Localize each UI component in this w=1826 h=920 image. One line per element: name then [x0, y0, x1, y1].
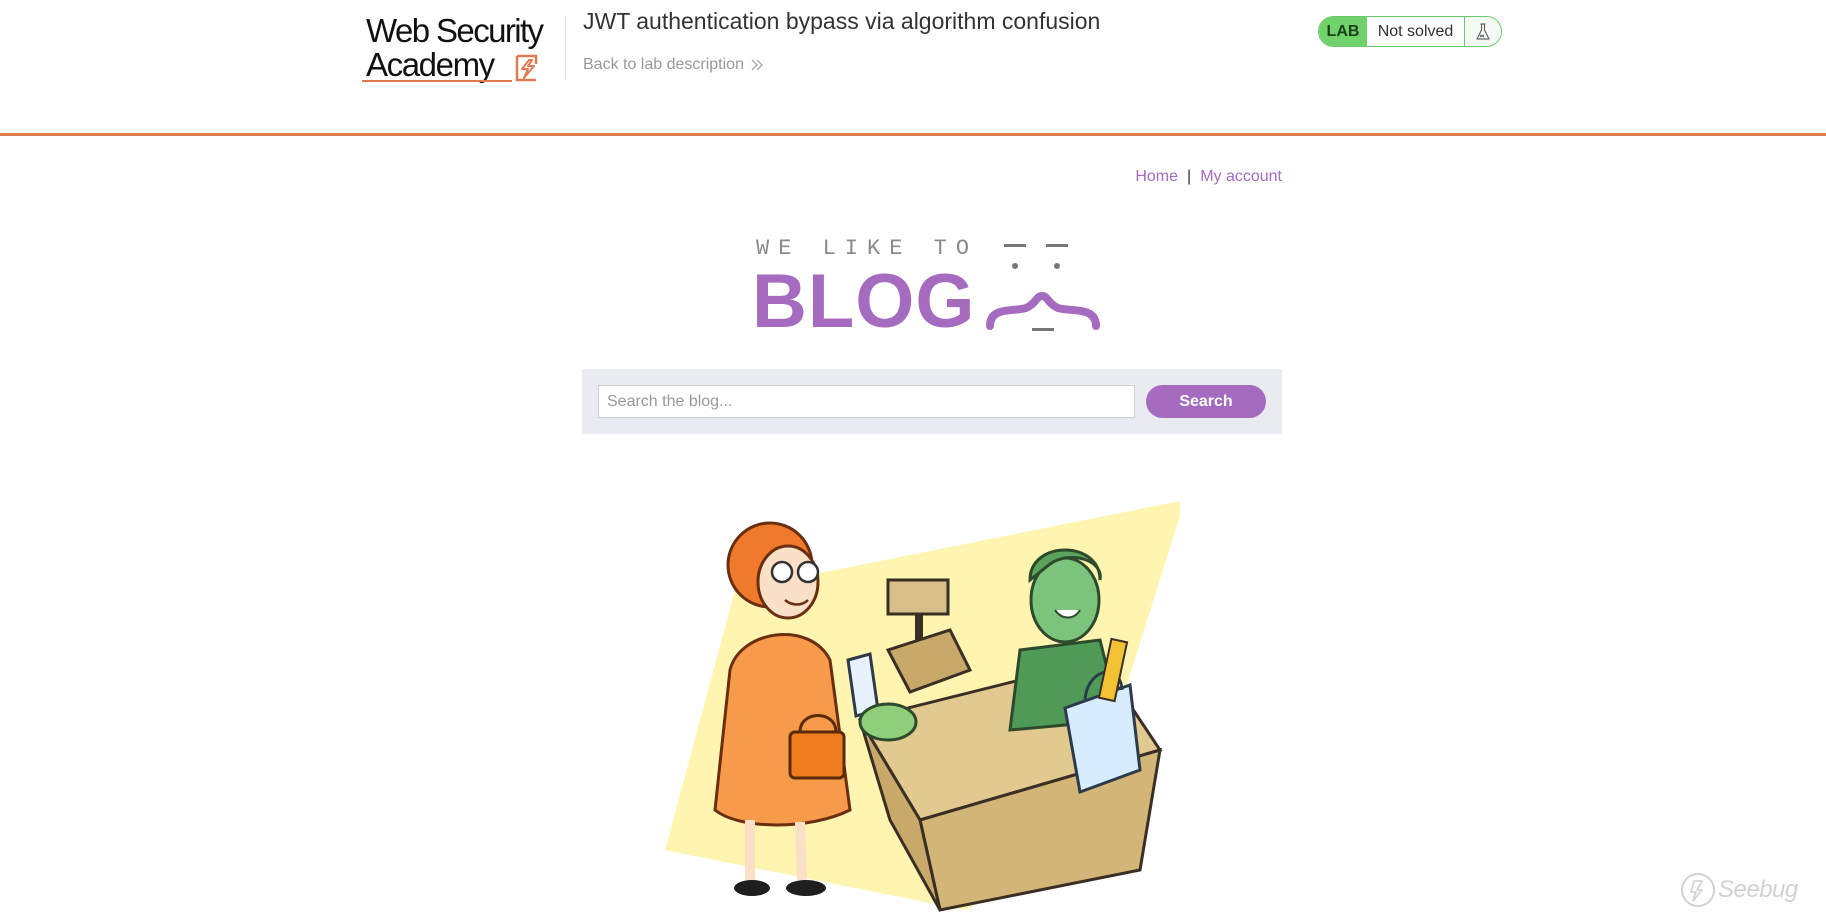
blog-post-image[interactable] [660, 470, 1180, 920]
web-security-academy-logo[interactable]: Web Security Academy [362, 12, 572, 88]
logo-bolt-icon [515, 54, 538, 82]
watermark-text: Seebug [1718, 876, 1798, 903]
lab-badge: LAB [1319, 17, 1367, 46]
lab-status-text: Not solved [1367, 17, 1464, 46]
seebug-watermark: Seebug [1680, 872, 1798, 908]
double-chevron-right-icon [751, 59, 763, 71]
lab-title: JWT authentication bypass via algorithm … [583, 8, 1101, 34]
banner-face-icon [986, 244, 1100, 331]
nav-separator: | [1187, 168, 1192, 185]
my-account-link[interactable]: My account [1200, 168, 1282, 186]
search-panel: Search [582, 369, 1282, 434]
home-link[interactable]: Home [1135, 168, 1178, 186]
academy-header: Web Security Academy JWT authentication … [0, 0, 1826, 136]
lab-status-widget: LAB Not solved [1318, 16, 1502, 47]
logo-underline [362, 80, 512, 82]
flask-button[interactable] [1464, 17, 1501, 46]
blog-nav: Home | My account [1135, 168, 1282, 186]
logo-text-line1: Web Security [366, 12, 544, 49]
back-link-label: Back to lab description [583, 56, 744, 73]
search-input[interactable] [598, 385, 1135, 418]
flask-icon [1476, 22, 1490, 40]
banner-word: BLOG [752, 259, 976, 344]
seebug-logo-icon [1681, 873, 1715, 907]
logo-text-line2: Academy [366, 46, 495, 83]
blog-banner: WE LIKE TO BLOG [750, 236, 1110, 344]
search-button[interactable]: Search [1146, 385, 1266, 418]
back-to-lab-description-link[interactable]: Back to lab description [583, 56, 764, 74]
header-divider [565, 16, 566, 80]
